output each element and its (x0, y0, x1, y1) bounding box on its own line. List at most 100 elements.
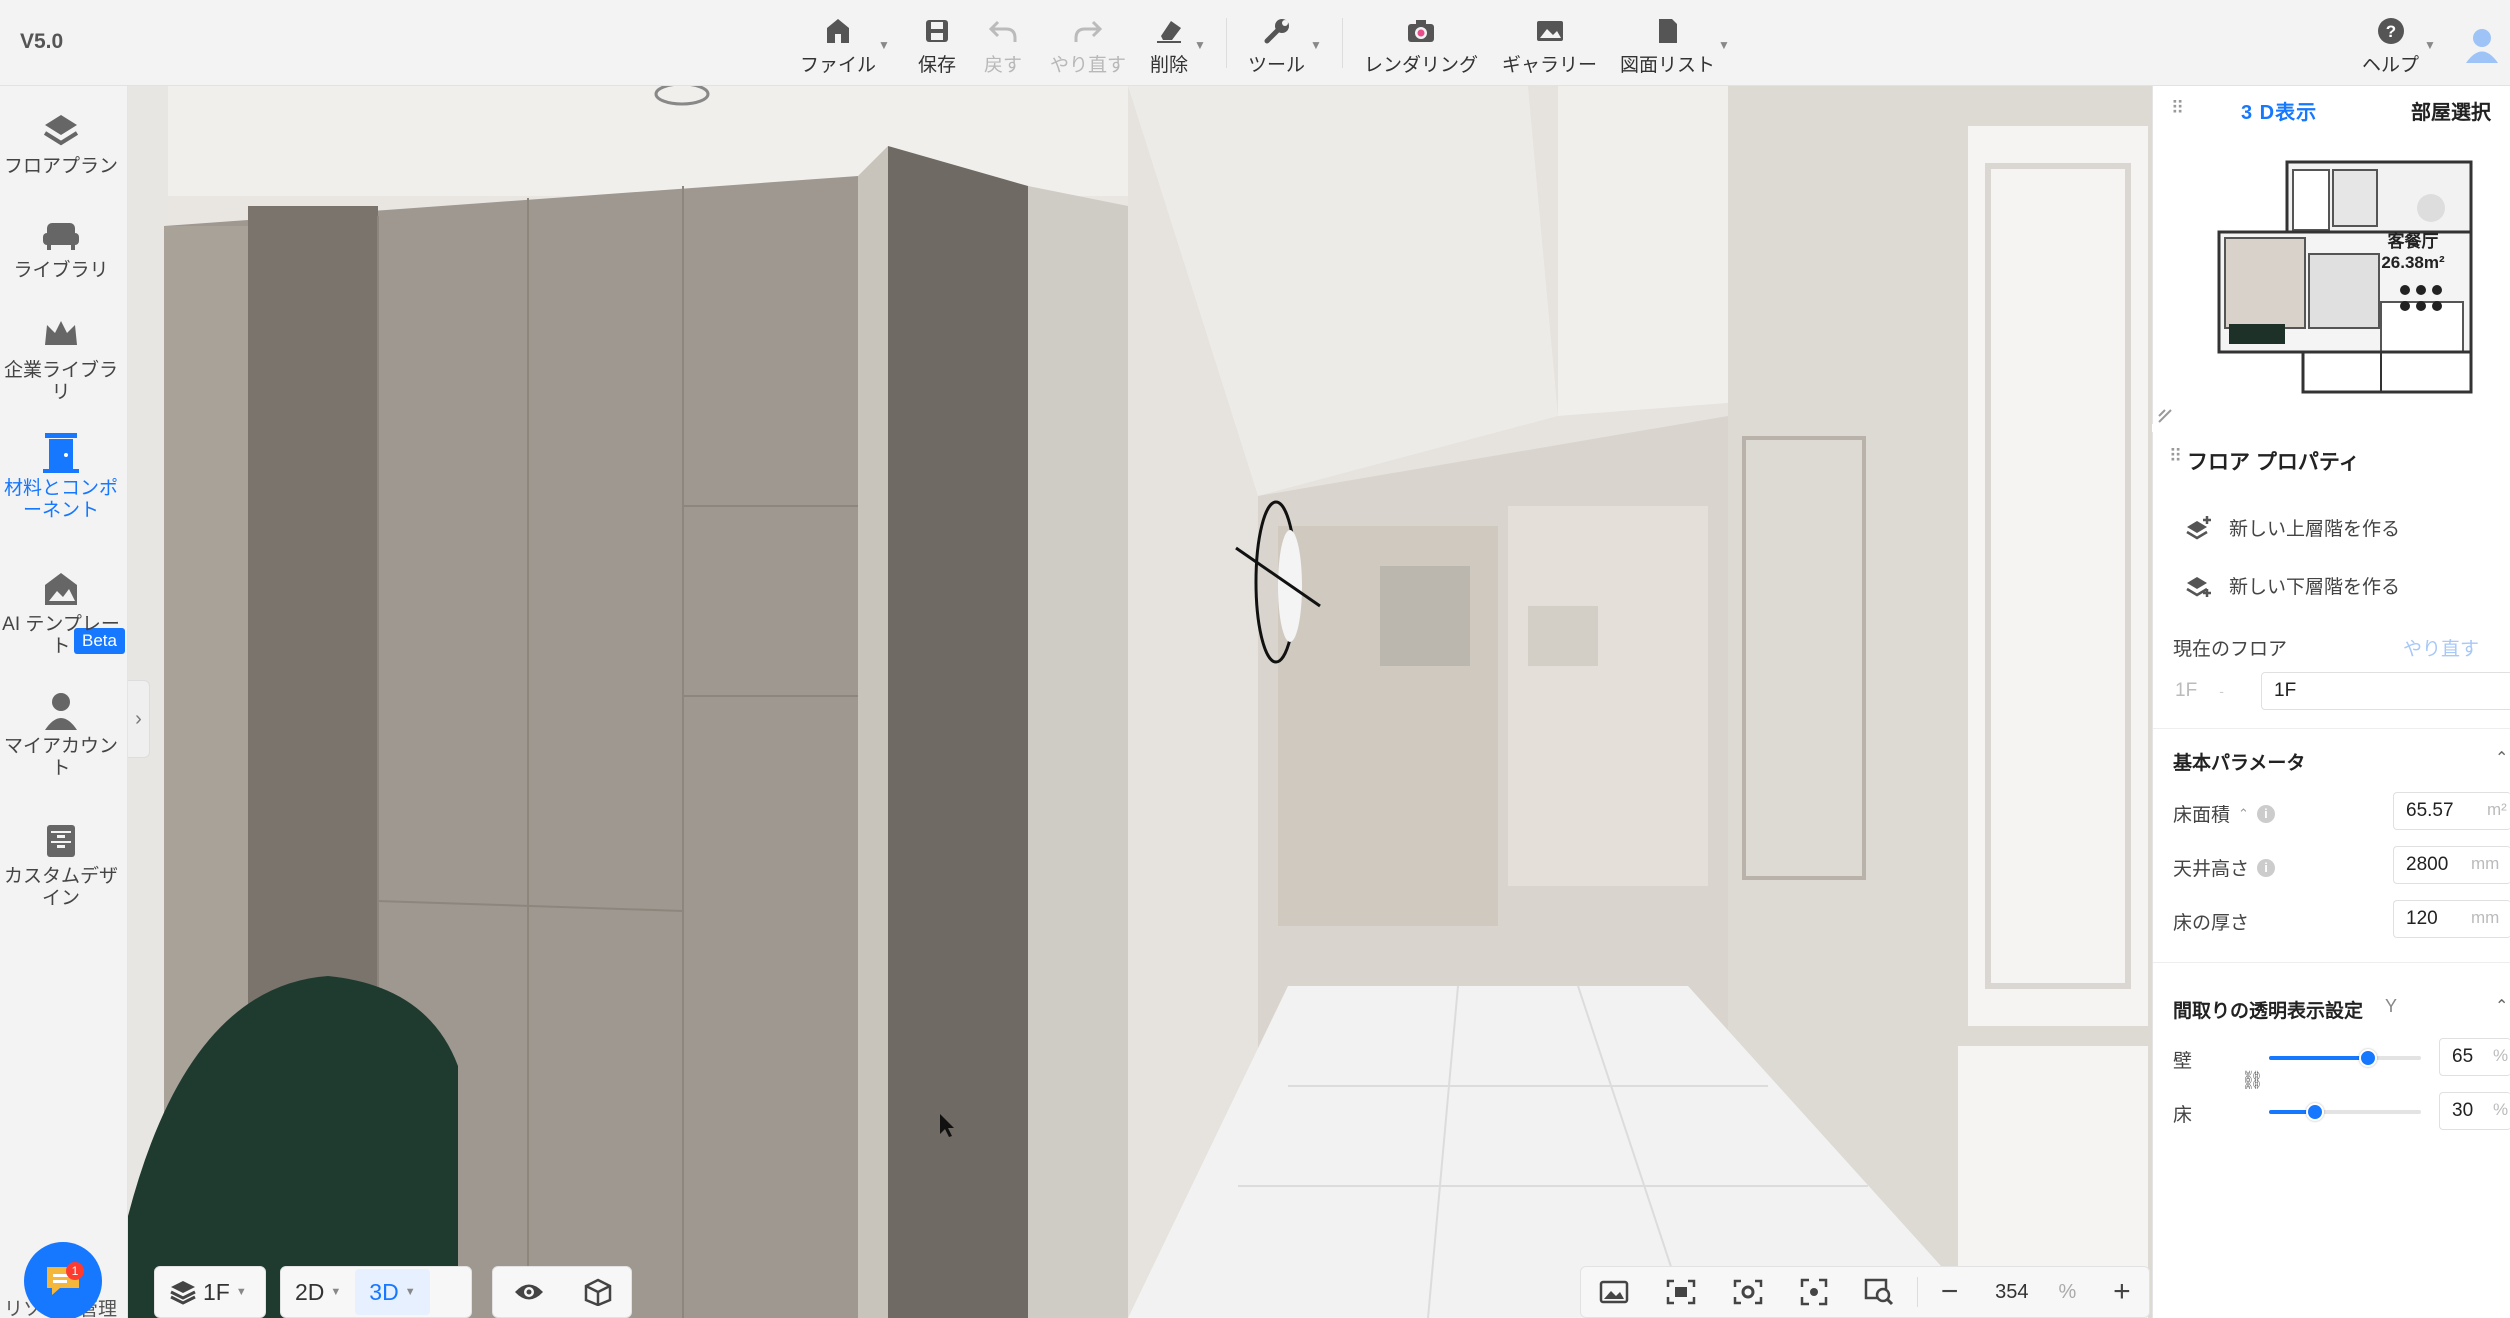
current-floor-label: 現在のフロア (2173, 639, 2288, 660)
document-icon (1656, 14, 1680, 48)
wrench-icon (1263, 14, 1291, 48)
rendering-button[interactable]: レンダリング (1364, 14, 1478, 77)
floor-slider-thumb[interactable] (2305, 1103, 2324, 1121)
zoom-to-fit-button[interactable] (1850, 1269, 1908, 1315)
view-3d-button[interactable]: 3D ▼ (355, 1269, 430, 1315)
tab-room-select[interactable]: 部屋選択 (2411, 96, 2491, 125)
sidebar-item-my-account[interactable]: マイアカウント (0, 686, 122, 780)
minimap-panel: ⠿ 3 D表示 部屋選択 客餐厅 26.38m² (2152, 86, 2510, 424)
crown-icon (41, 310, 81, 360)
save-icon (924, 14, 950, 48)
display-tools (492, 1266, 632, 1318)
sidebar-item-ai-template[interactable]: AI テンプレート (0, 564, 122, 658)
door-icon (41, 428, 81, 478)
floor-area-unit: m² (2487, 800, 2507, 819)
sidebar-item-custom-design[interactable]: カスタムデザイン (0, 816, 122, 910)
wall-slider-thumb[interactable] (2358, 1049, 2377, 1067)
sofa-icon (41, 210, 81, 260)
zoom-level-field[interactable]: 354 % (1981, 1269, 2090, 1315)
add-layer-icon (2186, 576, 2211, 597)
sidebar-item-enterprise-library[interactable]: 企業ライブラリ (0, 310, 122, 404)
eraser-icon (1155, 14, 1183, 48)
chevron-down-icon: ▼ (330, 1286, 342, 1298)
screenshot-button[interactable] (1585, 1269, 1643, 1315)
fit-view-icon (1666, 1279, 1696, 1305)
collapse-section-icon[interactable]: ⌃ (2495, 996, 2508, 1016)
room-name-label: 客餐厅 (2387, 231, 2439, 251)
view-settings-button[interactable] (1719, 1269, 1777, 1315)
chevron-down-icon: ▼ (878, 38, 890, 52)
redo-link[interactable]: やり直す (2403, 634, 2479, 661)
version-label: V5.0 (20, 30, 64, 53)
floor-area-row-label: 床面積 ⌃ i (2173, 800, 2275, 827)
cube-view-button[interactable] (570, 1269, 626, 1315)
new-upper-floor-button[interactable]: 新しい上層階を作る (2185, 514, 2400, 541)
sidebar-expand-button[interactable]: › (128, 680, 150, 758)
user-avatar[interactable] (2464, 26, 2500, 69)
wall-opacity-slider[interactable] (2269, 1049, 2421, 1067)
gallery-button[interactable]: ギャラリー (1502, 14, 1597, 77)
fit-view-button[interactable] (1652, 1269, 1710, 1315)
floor-selector[interactable]: 1F ▼ (154, 1266, 266, 1318)
tools-menu-button[interactable]: ツール (1248, 14, 1305, 77)
floor-name-input[interactable]: 1F (2261, 672, 2510, 710)
zoom-in-button[interactable]: + (2099, 1269, 2145, 1315)
svg-text:?: ? (2385, 22, 2395, 41)
sidebar-item-floorplan[interactable]: フロアプラン (0, 106, 122, 178)
divider (1342, 18, 1343, 68)
ai-template-icon (41, 564, 81, 614)
wall-slider-fill (2269, 1056, 2368, 1060)
chevron-down-icon: ▼ (2424, 38, 2436, 52)
chevron-down-icon: ▼ (1194, 38, 1206, 52)
floorplan-minimap[interactable]: 客餐厅 26.38m² (2153, 124, 2510, 424)
notification-badge: 1 (66, 1262, 84, 1280)
home-icon (825, 14, 851, 48)
floor-properties-panel: ⠿ フロア プロパティ 新しい上層階を作る 新しい下層階を作る 現在のフロア や… (2152, 432, 2510, 1318)
user-icon (2466, 29, 2498, 63)
redo-button[interactable]: やり直す (1050, 14, 1126, 77)
chevron-down-icon: ▼ (404, 1286, 416, 1298)
link-icon[interactable]: ⛓ (2241, 1070, 2264, 1091)
camera-icon (1406, 14, 1436, 48)
transparency-title: 間取りの透明表示設定 (2173, 1001, 2364, 1022)
drag-handle-icon[interactable]: ⠿ (2171, 98, 2184, 119)
sidebar-item-materials[interactable]: 材料とコンポーネント (0, 428, 122, 522)
file-menu-button[interactable]: ファイル (800, 14, 876, 77)
percent-unit: % (2493, 1046, 2509, 1065)
floor-dropdown[interactable]: 1F ▼ (155, 1269, 261, 1315)
sidebar-item-library[interactable]: ライブラリ (0, 210, 122, 282)
floor-thickness-label: 床の厚さ (2173, 913, 2250, 934)
help-button[interactable]: ? ヘルプ (2362, 14, 2419, 77)
basic-params-title: 基本パラメータ (2173, 753, 2306, 774)
eye-icon (514, 1284, 543, 1300)
focus-button[interactable] (1786, 1269, 1842, 1315)
ceiling-height-unit: mm (2471, 854, 2500, 873)
collapse-section-icon[interactable]: ⌃ (2495, 748, 2508, 768)
minus-icon: − (1940, 1275, 1959, 1308)
image-icon (1535, 14, 1565, 48)
room-area-label: 26.38m² (2381, 253, 2445, 272)
tab-3d-view[interactable]: 3 D表示 (2241, 96, 2317, 125)
person-icon (41, 686, 81, 736)
floor-opacity-slider[interactable] (2269, 1103, 2421, 1121)
undo-button[interactable]: 戻す (984, 14, 1022, 77)
info-icon: i (2257, 858, 2276, 877)
save-button[interactable]: 保存 (918, 14, 956, 77)
chat-button[interactable] (24, 1242, 102, 1318)
zoom-out-button[interactable]: − (1927, 1269, 1973, 1315)
visibility-button[interactable] (499, 1269, 559, 1315)
percent-unit: % (2493, 1100, 2509, 1119)
drawing-list-button[interactable]: 図面リスト (1620, 14, 1715, 77)
chevron-down-icon: ▼ (1718, 38, 1730, 52)
floor-prefix-select[interactable]: 1F - (2163, 672, 2243, 710)
view-2d-button[interactable]: 2D ▼ (281, 1269, 355, 1315)
image-icon (1600, 1280, 1629, 1304)
3d-viewport[interactable] (128, 86, 2152, 1318)
new-lower-floor-button[interactable]: 新しい下層階を作る (2185, 572, 2400, 599)
left-sidebar: フロアプラン ライブラリ 企業ライブラリ 材料とコンポーネント Beta AI (0, 86, 128, 1318)
divider (1226, 18, 1227, 68)
view-mode-switch[interactable]: 2D ▼ 3D ▼ (280, 1266, 472, 1318)
plus-icon: + (2113, 1275, 2131, 1308)
drag-handle-icon[interactable]: ⠿ (2169, 446, 2182, 467)
delete-button[interactable]: 削除 (1150, 14, 1188, 77)
